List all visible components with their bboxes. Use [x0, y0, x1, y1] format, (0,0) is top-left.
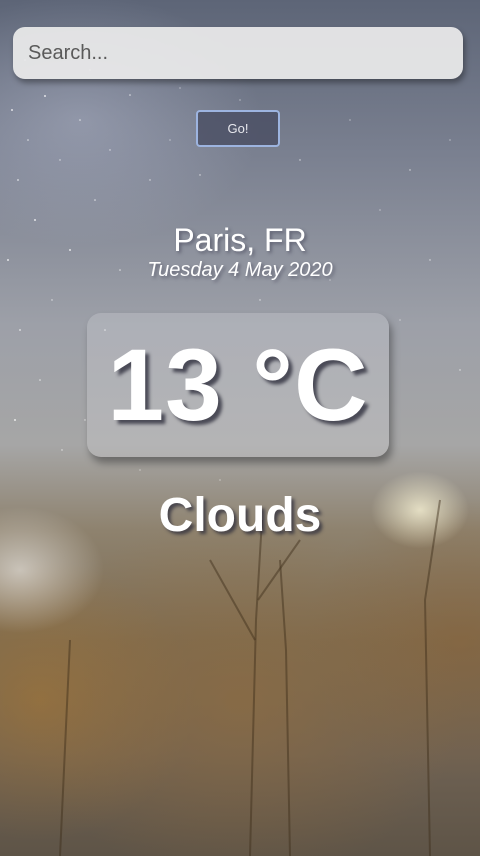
search-input[interactable] [13, 27, 463, 79]
go-button[interactable]: Go! [196, 110, 280, 147]
temperature-card: 13 °C [87, 313, 389, 457]
search-bar [13, 27, 463, 79]
date-label: Tuesday 4 May 2020 [147, 259, 333, 281]
temperature-value: 13 °C [107, 328, 369, 442]
location-title: Paris, FR [173, 222, 307, 258]
weather-condition: Clouds [158, 489, 322, 542]
